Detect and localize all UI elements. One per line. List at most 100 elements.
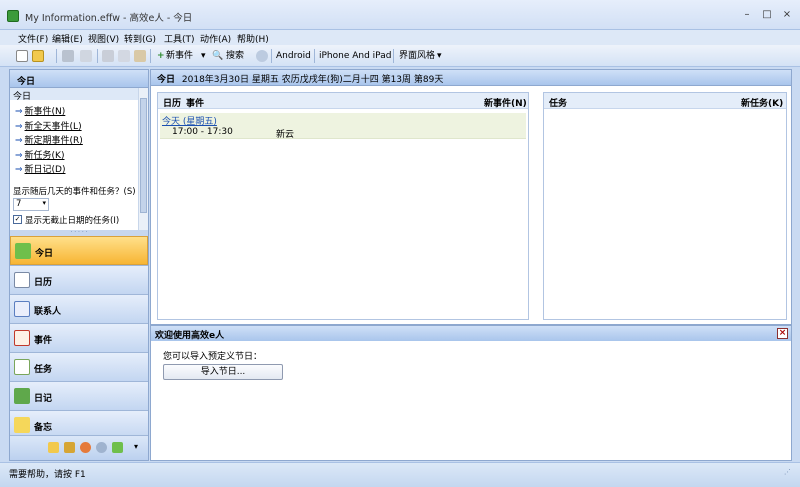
- separator: [150, 49, 151, 63]
- menu-view[interactable]: 视图(V): [88, 32, 119, 45]
- home-icon: [15, 243, 31, 259]
- scrollbar[interactable]: [138, 88, 148, 230]
- separator: [56, 49, 57, 63]
- new-document-icon[interactable]: [16, 50, 28, 62]
- arrow-icon: ⇒: [15, 107, 23, 117]
- welcome-panel: 欢迎使用高效e人 × 您可以导入预定义节日： 导入节日...: [150, 325, 792, 461]
- menu-help[interactable]: 帮助(H): [237, 32, 269, 45]
- title-bar: My Information.effw - 高效e人 - 今日 – □ ×: [0, 0, 800, 30]
- status-text: 需要帮助，请按 F1: [9, 470, 86, 480]
- separator: [97, 49, 98, 63]
- nav-today[interactable]: 今日: [10, 236, 148, 265]
- copy-icon[interactable]: [118, 50, 130, 62]
- calendar-icon: [14, 272, 30, 288]
- new-event-button[interactable]: 新事件: [163, 49, 196, 64]
- today-header: 今日 2018年3月30日 星期五 农历戊戌年(狗)二月十四 第13周 第89天: [151, 70, 791, 86]
- globe-icon[interactable]: [80, 442, 91, 453]
- status-bar: 需要帮助，请按 F1 ⋰: [0, 462, 800, 487]
- new-task-link[interactable]: 新任务(K): [741, 96, 783, 109]
- separator: [314, 49, 315, 63]
- day-group: 今天 (星期五) 17:00 - 17:30 新云: [160, 113, 526, 140]
- import-prompt: 您可以导入预定义节日：: [163, 352, 263, 362]
- menu-edit[interactable]: 编辑(E): [52, 32, 83, 45]
- menu-file[interactable]: 文件(F): [18, 32, 48, 45]
- nav-diary[interactable]: 日记: [10, 381, 148, 410]
- arrow-icon: ⇒: [15, 136, 23, 146]
- day-heading[interactable]: 今天 (星期五): [162, 114, 217, 127]
- close-icon[interactable]: ×: [777, 328, 788, 339]
- nav-calendar[interactable]: 日历: [10, 265, 148, 294]
- nav-shortcut-bar: ▾: [10, 435, 148, 460]
- chevron-down-icon[interactable]: ▾: [198, 49, 209, 64]
- import-holidays-button[interactable]: 导入节日...: [163, 364, 283, 380]
- event-icon: [14, 330, 30, 346]
- iphone-button[interactable]: iPhone And iPad: [316, 49, 394, 64]
- separator: [393, 49, 394, 63]
- chevron-down-icon[interactable]: ▾: [134, 442, 138, 451]
- pane-subheader: 今日: [10, 88, 138, 102]
- event-title[interactable]: 新云: [276, 127, 294, 140]
- today-title: 今日: [157, 75, 176, 85]
- new-allday-event-link[interactable]: ⇒ 新全天事件(L): [15, 119, 82, 132]
- key-icon[interactable]: [64, 442, 75, 453]
- print-icon[interactable]: [62, 50, 74, 62]
- calendar-tab[interactable]: 日历: [163, 96, 181, 109]
- nav-contacts[interactable]: 联系人: [10, 294, 148, 323]
- tasks-tab[interactable]: 任务: [549, 96, 567, 109]
- new-event-link[interactable]: 新事件(N): [484, 96, 527, 109]
- app-icon: [7, 10, 19, 22]
- days-label: 显示随后几天的事件和任务？(S): [13, 187, 136, 197]
- window-title: My Information.effw - 高效e人 - 今日: [25, 13, 193, 24]
- tasks-panel: 任务 新任务(K): [543, 92, 787, 320]
- menu-bar: 文件(F) 编辑(E) 视图(V) 转到(G) 工具(T) 动作(A) 帮助(H…: [0, 30, 800, 45]
- event-time: 17:00 - 17:30: [172, 127, 233, 137]
- close-button[interactable]: ×: [778, 8, 796, 22]
- help-icon[interactable]: [256, 50, 268, 62]
- today-view: 今日 2018年3月30日 星期五 农历戊戌年(狗)二月十四 第13周 第89天…: [150, 69, 792, 325]
- days-select[interactable]: 7 ▾: [13, 198, 49, 211]
- new-diary-link[interactable]: ⇒ 新日记(D): [15, 162, 66, 175]
- show-nodue-checkbox[interactable]: ✓: [13, 215, 22, 224]
- tasks-panel-header: 任务 新任务(K): [544, 93, 786, 109]
- chevron-down-icon: ▾: [42, 199, 46, 207]
- events-tab[interactable]: 事件: [186, 96, 204, 109]
- today-pane: 今日 今日 ⇒ 新事件(N) ⇒ 新全天事件(L) ⇒ 新定期事件(R) ⇒ 新任务(K…: [9, 69, 149, 461]
- maximize-button[interactable]: □: [758, 8, 776, 22]
- toolbar: + 新事件 ▾ 🔍 搜索 Android iPhone And iPad 界面风…: [0, 45, 800, 67]
- arrow-icon: ⇒: [15, 122, 23, 132]
- cut-icon[interactable]: [102, 50, 114, 62]
- search-button[interactable]: 搜索: [223, 49, 247, 64]
- chevron-down-icon[interactable]: ▾: [434, 49, 445, 64]
- sync-icon[interactable]: [112, 442, 123, 453]
- calendar-panel: 日历 事件 新事件(N) 今天 (星期五) 17:00 - 17:30 新云: [157, 92, 529, 320]
- theme-button[interactable]: 界面风格: [396, 49, 438, 64]
- scrollbar-thumb[interactable]: [140, 98, 147, 213]
- today-date: 2018年3月30日 星期五 农历戊戌年(狗)二月十四 第13周 第89天: [181, 75, 444, 85]
- diary-icon: [14, 388, 30, 404]
- new-task-link[interactable]: ⇒ 新任务(K): [15, 148, 64, 161]
- show-nodue-label: 显示无截止日期的任务(I): [25, 216, 120, 226]
- folder-icon[interactable]: [48, 442, 59, 453]
- new-recurring-event-link[interactable]: ⇒ 新定期事件(R): [15, 133, 83, 146]
- new-event-link[interactable]: ⇒ 新事件(N): [15, 104, 65, 117]
- search-icon[interactable]: [96, 442, 107, 453]
- paste-icon[interactable]: [134, 50, 146, 62]
- menu-action[interactable]: 动作(A): [200, 32, 231, 45]
- nav-events[interactable]: 事件: [10, 323, 148, 352]
- welcome-title: 欢迎使用高效e人: [151, 326, 791, 341]
- nav-tasks[interactable]: 任务: [10, 352, 148, 381]
- contact-card-icon: [14, 301, 30, 317]
- android-button[interactable]: Android: [273, 49, 314, 64]
- arrow-icon: ⇒: [15, 151, 23, 161]
- arrow-icon: ⇒: [15, 165, 23, 175]
- calendar-panel-header: 日历 事件 新事件(N): [158, 93, 528, 109]
- pane-header: 今日: [10, 70, 148, 88]
- menu-tools[interactable]: 工具(T): [164, 32, 195, 45]
- open-folder-icon[interactable]: [32, 50, 44, 62]
- memo-icon: [14, 417, 30, 433]
- minimize-button[interactable]: –: [738, 8, 756, 22]
- resize-grip-icon[interactable]: ⋰: [784, 468, 791, 476]
- separator: [271, 49, 272, 63]
- print-preview-icon[interactable]: [80, 50, 92, 62]
- menu-goto[interactable]: 转到(G): [124, 32, 156, 45]
